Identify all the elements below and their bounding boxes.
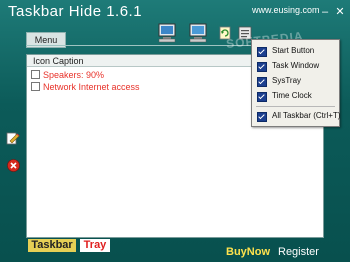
remove-icon[interactable] — [7, 159, 20, 175]
tab-taskbar[interactable]: Taskbar — [28, 239, 76, 252]
minimize-button[interactable]: – — [318, 5, 332, 19]
taskbar-icon[interactable] — [157, 22, 177, 47]
edit-icon[interactable] — [6, 131, 20, 148]
tab-tray[interactable]: Tray — [80, 239, 110, 252]
window-icon[interactable] — [188, 22, 208, 47]
website-link[interactable]: www.eusing.com — [252, 5, 320, 15]
menu-item-label: Time Clock — [272, 91, 312, 100]
menu-item-task-window[interactable]: Task Window — [253, 59, 338, 73]
taskbar-options-menu: Start Button Task Window SysTray Time Cl… — [251, 39, 341, 127]
check-icon — [257, 47, 267, 57]
list-item-label: Network Internet access — [43, 82, 140, 92]
menu-item-label: Start Button — [272, 46, 315, 55]
app-window: Taskbar Hide 1.6.1 www.eusing.com – ✕ Me… — [0, 0, 350, 262]
check-icon — [257, 92, 267, 102]
check-icon — [257, 112, 267, 122]
close-button[interactable]: ✕ — [333, 5, 347, 19]
menu-item-systray[interactable]: SysTray — [253, 74, 338, 88]
menu-separator — [256, 106, 335, 107]
menu-item-label: SysTray — [272, 76, 302, 85]
check-icon — [257, 77, 267, 87]
list-item[interactable]: Speakers: 90% — [31, 70, 104, 81]
menu-item-time-clock[interactable]: Time Clock — [253, 89, 338, 103]
menu-item-label: All Taskbar (Ctrl+T) — [272, 111, 341, 120]
checkbox[interactable] — [31, 70, 40, 79]
menu-item-start-button[interactable]: Start Button — [253, 44, 338, 58]
menu-item-all-taskbar[interactable]: All Taskbar (Ctrl+T) — [253, 109, 341, 123]
register-link[interactable]: Register — [278, 246, 319, 258]
checkbox[interactable] — [31, 82, 40, 91]
buy-now-link[interactable]: BuyNow — [226, 246, 270, 258]
menu-item-label: Task Window — [272, 61, 320, 70]
app-title: Taskbar Hide 1.6.1 — [8, 3, 143, 20]
list-item[interactable]: Network Internet access — [31, 82, 140, 93]
check-icon — [257, 62, 267, 72]
list-item-label: Speakers: 90% — [43, 70, 105, 80]
